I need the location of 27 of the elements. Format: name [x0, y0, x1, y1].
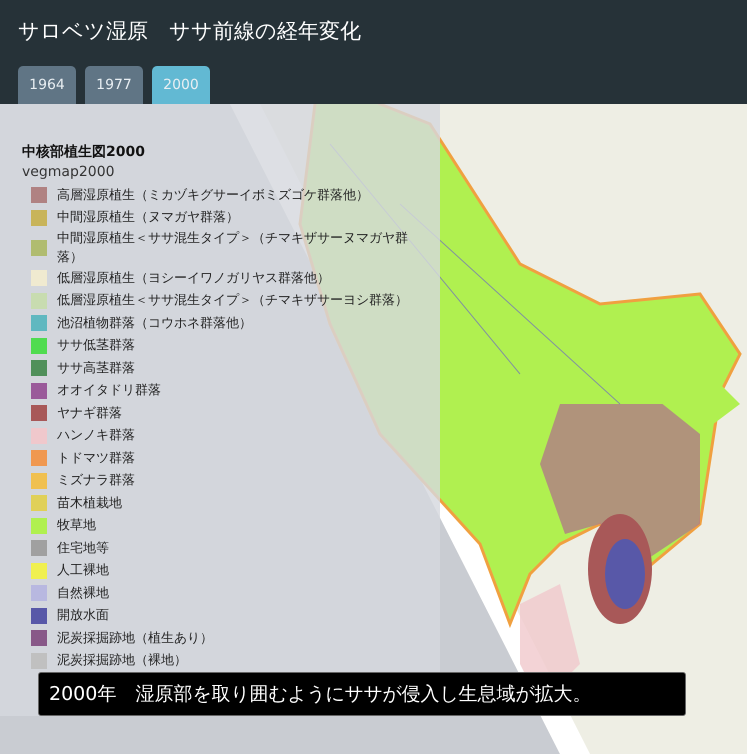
legend-label: 低層湿原植生（ヨシーイワノガリヤス群落他） [57, 270, 330, 288]
legend-label: ササ高茎群落 [57, 360, 135, 378]
year-tab[interactable]: 1977 [85, 66, 143, 104]
legend-label: ハンノキ群落 [57, 427, 135, 446]
legend-label: ミズナラ群落 [57, 472, 135, 490]
legend-label: ササ低茎群落 [57, 337, 135, 356]
legend-label: 池沼植物群落（コウホネ群落他） [57, 314, 252, 333]
legend-label: ヤナギ群落 [57, 404, 122, 423]
legend-label: 中間湿原植生（ヌマガヤ群落） [57, 209, 239, 228]
caption-text: 2000年 湿原部を取り囲むようにササが侵入し生息域が拡大。 [38, 672, 686, 716]
legend-label: トドマツ群落 [57, 450, 135, 468]
legend-label: 泥炭採掘跡地（裸地） [57, 652, 187, 670]
legend-label: オオイタドリ群落 [57, 382, 161, 400]
year-tab[interactable]: 1964 [18, 66, 76, 104]
legend-label: 住宅地等 [57, 540, 109, 558]
layer-name: vegmap2000 [22, 163, 116, 182]
page-title: サロベツ湿原 ササ前線の経年変化 [18, 18, 362, 45]
legend-label: 泥炭採掘跡地（植生あり） [57, 630, 213, 648]
legend-label: 人工裸地 [57, 562, 109, 580]
legend-label: 高層湿原植生（ミカヅキグサーイボミズゴケ群落他） [57, 186, 369, 205]
legend-title: 中核部植生図2000 [22, 142, 146, 162]
legend-label: 中間湿原植生＜ササ混生タイプ＞（チマキザサーヌマガヤ群落） [57, 230, 409, 267]
legend-label: 苗木植栽地 [57, 494, 122, 513]
legend-label: 自然裸地 [57, 584, 109, 603]
legend-label: 開放水面 [57, 607, 109, 626]
legend-label: 低層湿原植生＜ササ混生タイプ＞（チマキザサーヨシ群落） [57, 292, 408, 310]
legend-label: 牧草地 [57, 517, 96, 536]
